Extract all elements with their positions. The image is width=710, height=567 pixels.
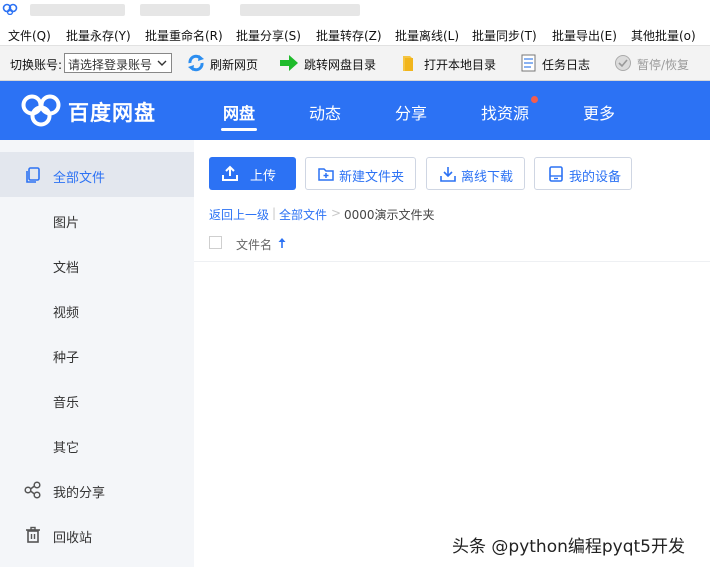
filename-column-header[interactable]: 文件名 bbox=[236, 236, 272, 253]
offline-download-label: 离线下载 bbox=[461, 170, 514, 185]
my-devices-label: 我的设备 bbox=[569, 170, 622, 185]
folder-icon[interactable] bbox=[400, 54, 420, 72]
sidebar-item-other[interactable]: 其它 bbox=[53, 437, 79, 456]
new-folder-button[interactable]: 新建文件夹 bbox=[305, 157, 416, 190]
arrow-right-icon[interactable] bbox=[279, 54, 299, 72]
nav-share[interactable]: 分享 bbox=[395, 100, 427, 124]
breadcrumb-back[interactable]: 返回上一级 bbox=[209, 206, 269, 223]
nav-netdisk[interactable]: 网盘 bbox=[223, 100, 255, 124]
breadcrumb-all-files[interactable]: 全部文件 bbox=[279, 206, 327, 223]
sidebar-item-my-shares[interactable]: 我的分享 bbox=[53, 482, 105, 501]
refresh-icon[interactable] bbox=[186, 54, 206, 72]
menu-other-batch[interactable]: 其他批量(o) bbox=[631, 27, 696, 44]
breadcrumb-separator: | bbox=[272, 206, 277, 220]
nav-find-resources[interactable]: 找资源 bbox=[481, 100, 529, 124]
chevron-down-icon bbox=[157, 60, 167, 66]
sort-arrow-up-icon[interactable] bbox=[277, 237, 287, 249]
new-folder-label: 新建文件夹 bbox=[339, 170, 405, 185]
new-folder-icon bbox=[318, 168, 334, 181]
device-icon bbox=[549, 166, 563, 182]
nav-activity[interactable]: 动态 bbox=[309, 100, 341, 124]
sidebar-item-torrents[interactable]: 种子 bbox=[53, 347, 79, 366]
menu-batch-sync[interactable]: 批量同步(T) bbox=[472, 27, 537, 44]
select-all-checkbox[interactable] bbox=[209, 236, 222, 249]
log-icon[interactable] bbox=[519, 54, 539, 72]
menu-batch-rename[interactable]: 批量重命名(R) bbox=[145, 27, 223, 44]
upload-button[interactable]: 上传 bbox=[209, 157, 296, 190]
sidebar-item-music[interactable]: 音乐 bbox=[53, 392, 79, 411]
pause-resume-button[interactable]: 暂停/恢复 bbox=[637, 56, 689, 73]
menu-batch-offline[interactable]: 批量离线(L) bbox=[395, 27, 459, 44]
offline-download-button[interactable]: 离线下载 bbox=[426, 157, 525, 190]
jump-button[interactable]: 跳转网盘目录 bbox=[304, 56, 376, 73]
task-log-button[interactable]: 任务日志 bbox=[542, 56, 590, 73]
brand-name: 百度网盘 bbox=[68, 101, 156, 125]
account-label: 切换账号: bbox=[10, 58, 63, 72]
sidebar: 全部文件 图片 文档 视频 种子 音乐 其它 我的分享 回收站 bbox=[0, 140, 194, 567]
nav-active-indicator bbox=[221, 128, 257, 131]
menu-file[interactable]: 文件(Q) bbox=[8, 27, 51, 44]
nav-more[interactable]: 更多 bbox=[583, 100, 615, 124]
breadcrumb-chevron: > bbox=[331, 206, 342, 220]
menu-batch-transfer[interactable]: 批量转存(Z) bbox=[316, 27, 382, 44]
blurred-title bbox=[240, 4, 360, 16]
upload-label: 上传 bbox=[250, 169, 277, 184]
files-icon bbox=[26, 167, 40, 183]
menu-batch-share[interactable]: 批量分享(S) bbox=[236, 27, 301, 44]
watermark: 头条 @python编程pyqt5开发 bbox=[452, 537, 685, 557]
sidebar-item-videos[interactable]: 视频 bbox=[53, 302, 79, 321]
app-header: 百度网盘 网盘 动态 分享 找资源 更多 bbox=[0, 81, 710, 140]
menu-bar: 文件(Q) 批量永存(Y) 批量重命名(R) 批量分享(S) 批量转存(Z) 批… bbox=[0, 22, 710, 46]
header-divider bbox=[194, 261, 710, 262]
sidebar-item-images[interactable]: 图片 bbox=[53, 212, 79, 231]
open-local-button[interactable]: 打开本地目录 bbox=[424, 56, 496, 73]
baidu-netdisk-logo-icon bbox=[21, 94, 61, 127]
toolbar: 切换账号: 请选择登录账号 刷新网页 跳转网盘目录 打开本地目录 任务日志 暂停… bbox=[0, 46, 710, 81]
menu-batch-permanent[interactable]: 批量永存(Y) bbox=[66, 27, 131, 44]
upload-icon bbox=[222, 165, 238, 181]
blurred-title bbox=[30, 4, 125, 16]
app-logo-icon bbox=[2, 3, 18, 15]
breadcrumb-current: 0000演示文件夹 bbox=[344, 208, 435, 222]
account-select-value: 请选择登录账号 bbox=[68, 58, 153, 72]
share-icon bbox=[24, 481, 41, 499]
trash-icon bbox=[26, 526, 40, 543]
download-icon bbox=[440, 167, 456, 182]
sidebar-item-recycle-bin[interactable]: 回收站 bbox=[53, 527, 92, 546]
menu-batch-export[interactable]: 批量导出(E) bbox=[552, 27, 617, 44]
refresh-button[interactable]: 刷新网页 bbox=[210, 56, 258, 73]
pause-icon[interactable] bbox=[613, 54, 633, 72]
account-select[interactable]: 请选择登录账号 bbox=[64, 53, 172, 73]
blurred-title bbox=[140, 4, 210, 16]
title-bar bbox=[0, 0, 710, 22]
notification-dot bbox=[531, 96, 538, 103]
my-devices-button[interactable]: 我的设备 bbox=[534, 157, 632, 190]
main-content: 上传 新建文件夹 离线下载 我的设备 返回上一级 | 全部文件 > 0000演示… bbox=[194, 140, 710, 567]
sidebar-item-documents[interactable]: 文档 bbox=[53, 257, 79, 276]
sidebar-item-all-files[interactable]: 全部文件 bbox=[53, 167, 105, 186]
